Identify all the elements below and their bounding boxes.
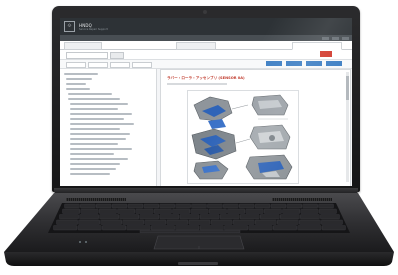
- laptop: ⟐ HNDQ Service Repair Support ラバー・ローラ・アッ…: [0, 0, 398, 275]
- touchpad-area: [79, 235, 245, 250]
- status-light: [79, 241, 81, 243]
- status-light: [85, 241, 87, 243]
